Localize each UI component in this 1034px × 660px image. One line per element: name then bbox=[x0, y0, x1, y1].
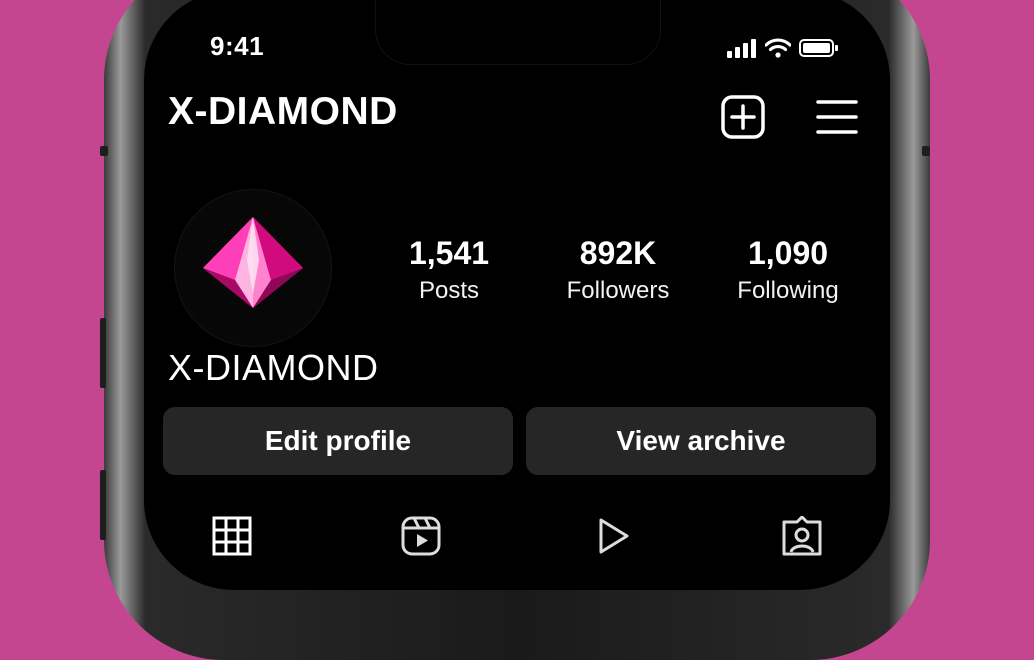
reels-icon bbox=[401, 516, 441, 556]
phone-side-button bbox=[922, 146, 930, 156]
status-time: 9:41 bbox=[210, 31, 265, 61]
view-archive-label: View archive bbox=[616, 425, 786, 456]
stat-followers[interactable]: 892K Followers bbox=[543, 236, 693, 306]
tab-grid[interactable] bbox=[212, 516, 252, 556]
status-icons bbox=[727, 37, 839, 59]
stat-following[interactable]: 1,090 Following bbox=[713, 236, 863, 306]
battery-icon bbox=[799, 39, 838, 57]
phone-side-button bbox=[100, 146, 108, 156]
tab-reels[interactable] bbox=[401, 516, 441, 556]
phone-side-button bbox=[100, 318, 106, 388]
edit-profile-button[interactable]: Edit profile bbox=[163, 407, 513, 475]
phone-screen: 9:41 X-DIAMOND 1,541 Posts 892K Follower… bbox=[144, 0, 890, 590]
tagged-icon bbox=[782, 515, 822, 556]
diamond-logo-icon bbox=[203, 217, 303, 308]
posts-count: 1,541 bbox=[408, 235, 490, 271]
following-count: 1,090 bbox=[747, 235, 829, 271]
edit-profile-label: Edit profile bbox=[264, 425, 412, 456]
profile-name: X-DIAMOND bbox=[168, 347, 379, 388]
grid-icon bbox=[212, 516, 252, 556]
stat-posts[interactable]: 1,541 Posts bbox=[374, 236, 524, 306]
tab-tagged[interactable] bbox=[782, 515, 822, 556]
new-post-button[interactable] bbox=[720, 94, 766, 140]
following-label: Following bbox=[737, 277, 839, 304]
view-archive-button[interactable]: View archive bbox=[526, 407, 876, 475]
tab-videos[interactable] bbox=[593, 516, 633, 556]
posts-label: Posts bbox=[418, 277, 480, 304]
account-title: X-DIAMOND bbox=[168, 90, 398, 133]
phone-notch bbox=[376, 0, 660, 64]
phone-side-button bbox=[100, 470, 106, 540]
menu-icon bbox=[816, 100, 858, 134]
followers-label: Followers bbox=[566, 277, 670, 304]
menu-button[interactable] bbox=[814, 94, 860, 140]
signal-icon bbox=[727, 39, 756, 58]
profile-avatar[interactable] bbox=[175, 190, 331, 346]
plus-square-icon bbox=[721, 95, 765, 139]
followers-count: 892K bbox=[579, 235, 657, 271]
play-icon bbox=[599, 518, 629, 554]
wifi-icon bbox=[765, 38, 791, 58]
